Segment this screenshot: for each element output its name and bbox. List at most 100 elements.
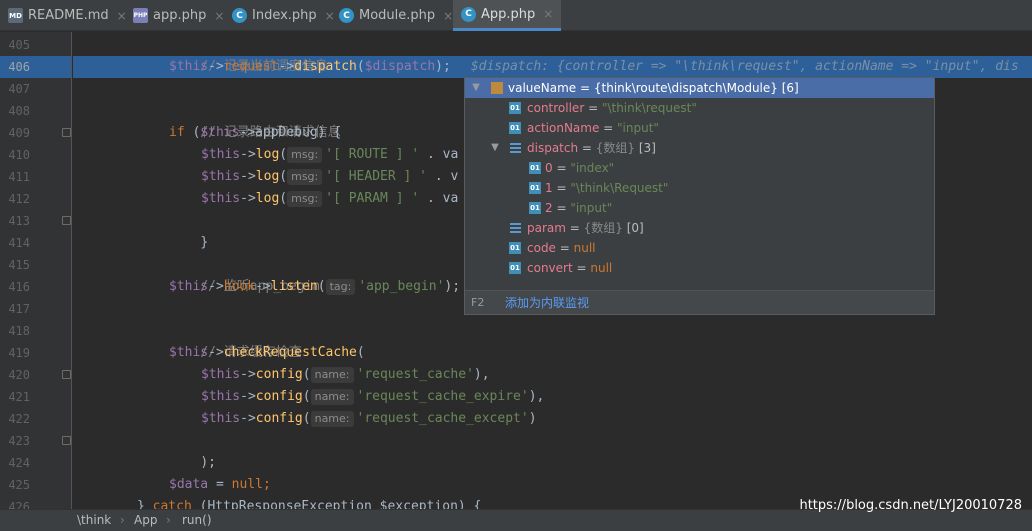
popup-root-text: valueName = {think\route\dispatch\Module… [508,81,799,95]
field-icon: 01 [529,202,541,214]
field-icon: 01 [509,262,521,274]
breadcrumb-item[interactable]: \think [77,510,111,531]
popup-row-field[interactable]: 01 actionName = "input" [465,118,934,138]
code-prop: request [223,59,279,74]
line-number: 409 [8,126,30,140]
fold-marker-icon[interactable] [62,216,71,225]
line-number: 411 [8,170,30,184]
tab-readme-md[interactable]: MD README.md × [8,0,127,31]
chevron-right-icon: › [166,513,171,527]
code-string: 'request_cache' [356,367,474,382]
code-line-413: } [169,210,208,250]
fold-marker-icon[interactable] [62,370,71,379]
popup-row-root[interactable]: ▼ valueName = {think\route\dispatch\Modu… [465,78,934,98]
tab-label: App.php [481,6,536,22]
code-op: -> [255,279,271,294]
code-string: '[ PARAM ] ' [325,191,420,206]
popup-item-text: 2 = "input" [545,201,613,215]
tab-module-php[interactable]: C Module.php × [339,0,453,31]
code-string: 'app_begin' [358,279,445,294]
popup-item-text: 1 = "\think\Request" [545,181,669,195]
line-number: 417 [8,302,30,316]
breadcrumb-item[interactable]: App [134,510,157,531]
line-number: 416 [8,280,30,294]
code-line-418: // 请求缓存检查 [169,320,301,360]
object-icon [491,82,503,94]
breadcrumb-item[interactable]: run() [182,510,212,531]
popup-row-dispatch[interactable]: ▼ dispatch = {数组} [3] [465,138,934,158]
code-op: -> [278,59,295,74]
markdown-file-icon: MD [8,8,23,23]
popup-dispatch-text: dispatch = {数组} [3] [527,141,656,155]
code-rest: . va [419,147,459,162]
popup-row-field[interactable]: 01 controller = "\think\request" [465,98,934,118]
close-icon[interactable]: × [325,9,335,23]
chevron-down-icon[interactable]: ▼ [471,78,481,98]
popup-row-field[interactable]: 01 convert = null [465,258,934,278]
line-number: 405 [8,38,30,52]
code-var: $dispatch [364,59,436,74]
code-line-423: ); [169,430,216,470]
code-prop: hook [223,279,256,294]
code-op: ); [435,59,451,74]
fold-marker-icon[interactable] [62,128,71,137]
code-var: $data [169,477,209,492]
line-number: 412 [8,192,30,206]
line-number: 413 [8,214,30,228]
code-fn: log [255,191,280,206]
code-fn: dispatch [294,59,357,74]
code-op: ( [184,125,201,140]
close-icon[interactable]: × [214,9,224,23]
popup-footer: F2 添加为内联监视 [465,290,934,314]
chevron-right-icon: › [120,513,125,527]
popup-row-dispatch-item[interactable]: 01 1 = "\think\Request" [465,178,934,198]
popup-row-dispatch-item[interactable]: 01 2 = "input" [465,198,934,218]
code-op: ; [262,477,271,492]
chevron-down-icon[interactable]: ▼ [490,138,500,158]
code-line-409: if ($this->appDebug) { [169,122,341,144]
inline-debug-value[interactable]: $dispatch: {controller => "\think\reques… [471,59,1019,74]
tab-app-php-active[interactable]: C App.php × [453,0,562,31]
tab-label: app.php [153,8,207,23]
code-op: -> [240,367,256,382]
line-number: 422 [8,412,30,426]
popup-field-text: convert = null [527,261,613,275]
code-op: ( [279,169,288,184]
code-var: $this [201,147,241,162]
popup-row-field[interactable]: 01 code = null [465,238,934,258]
tab-app-php[interactable]: PHP app.php × [133,0,224,31]
param-hint: msg: [287,147,323,163]
add-inline-watch-link[interactable]: 添加为内联监视 [505,291,589,315]
code-op: ( [302,367,311,382]
close-icon[interactable]: × [543,7,553,21]
line-number: 407 [8,82,30,96]
popup-item-text: 0 = "index" [545,161,615,175]
code-keyword: catch [152,499,192,509]
line-number: 425 [8,478,30,492]
code-fn: config [255,389,303,404]
code-op: -> [240,147,256,162]
code-keyword: if [169,125,185,140]
php-class-icon: C [339,8,354,23]
tab-index-php[interactable]: C Index.php × [232,0,335,31]
code-op: ( [302,411,311,426]
code-brace: ); [200,455,216,470]
code-brace: } [200,235,209,250]
debug-value-popup[interactable]: ▼ valueName = {think\route\dispatch\Modu… [464,77,935,315]
close-icon[interactable]: × [443,9,453,23]
popup-row-dispatch-item[interactable]: 01 0 = "index" [465,158,934,178]
code-line-411: $this->log(msg: '[ HEADER ] ' . v [201,166,458,188]
code-op: -> [208,345,224,360]
code-op: -> [240,411,256,426]
close-icon[interactable]: × [117,9,127,23]
code-op: ( [279,147,288,162]
popup-row-param[interactable]: param = {数组} [0] [465,218,934,238]
code-op: ( [317,279,326,294]
code-line-412: $this->log(msg: '[ PARAM ] ' . va [201,188,458,210]
line-number: 408 [8,104,30,118]
code-string: '[ HEADER ] ' [325,169,427,184]
line-number: 410 [8,148,30,162]
php-file-icon: PHP [133,8,148,23]
fold-marker-icon[interactable] [62,436,71,445]
shortcut-key: F2 [471,296,485,309]
